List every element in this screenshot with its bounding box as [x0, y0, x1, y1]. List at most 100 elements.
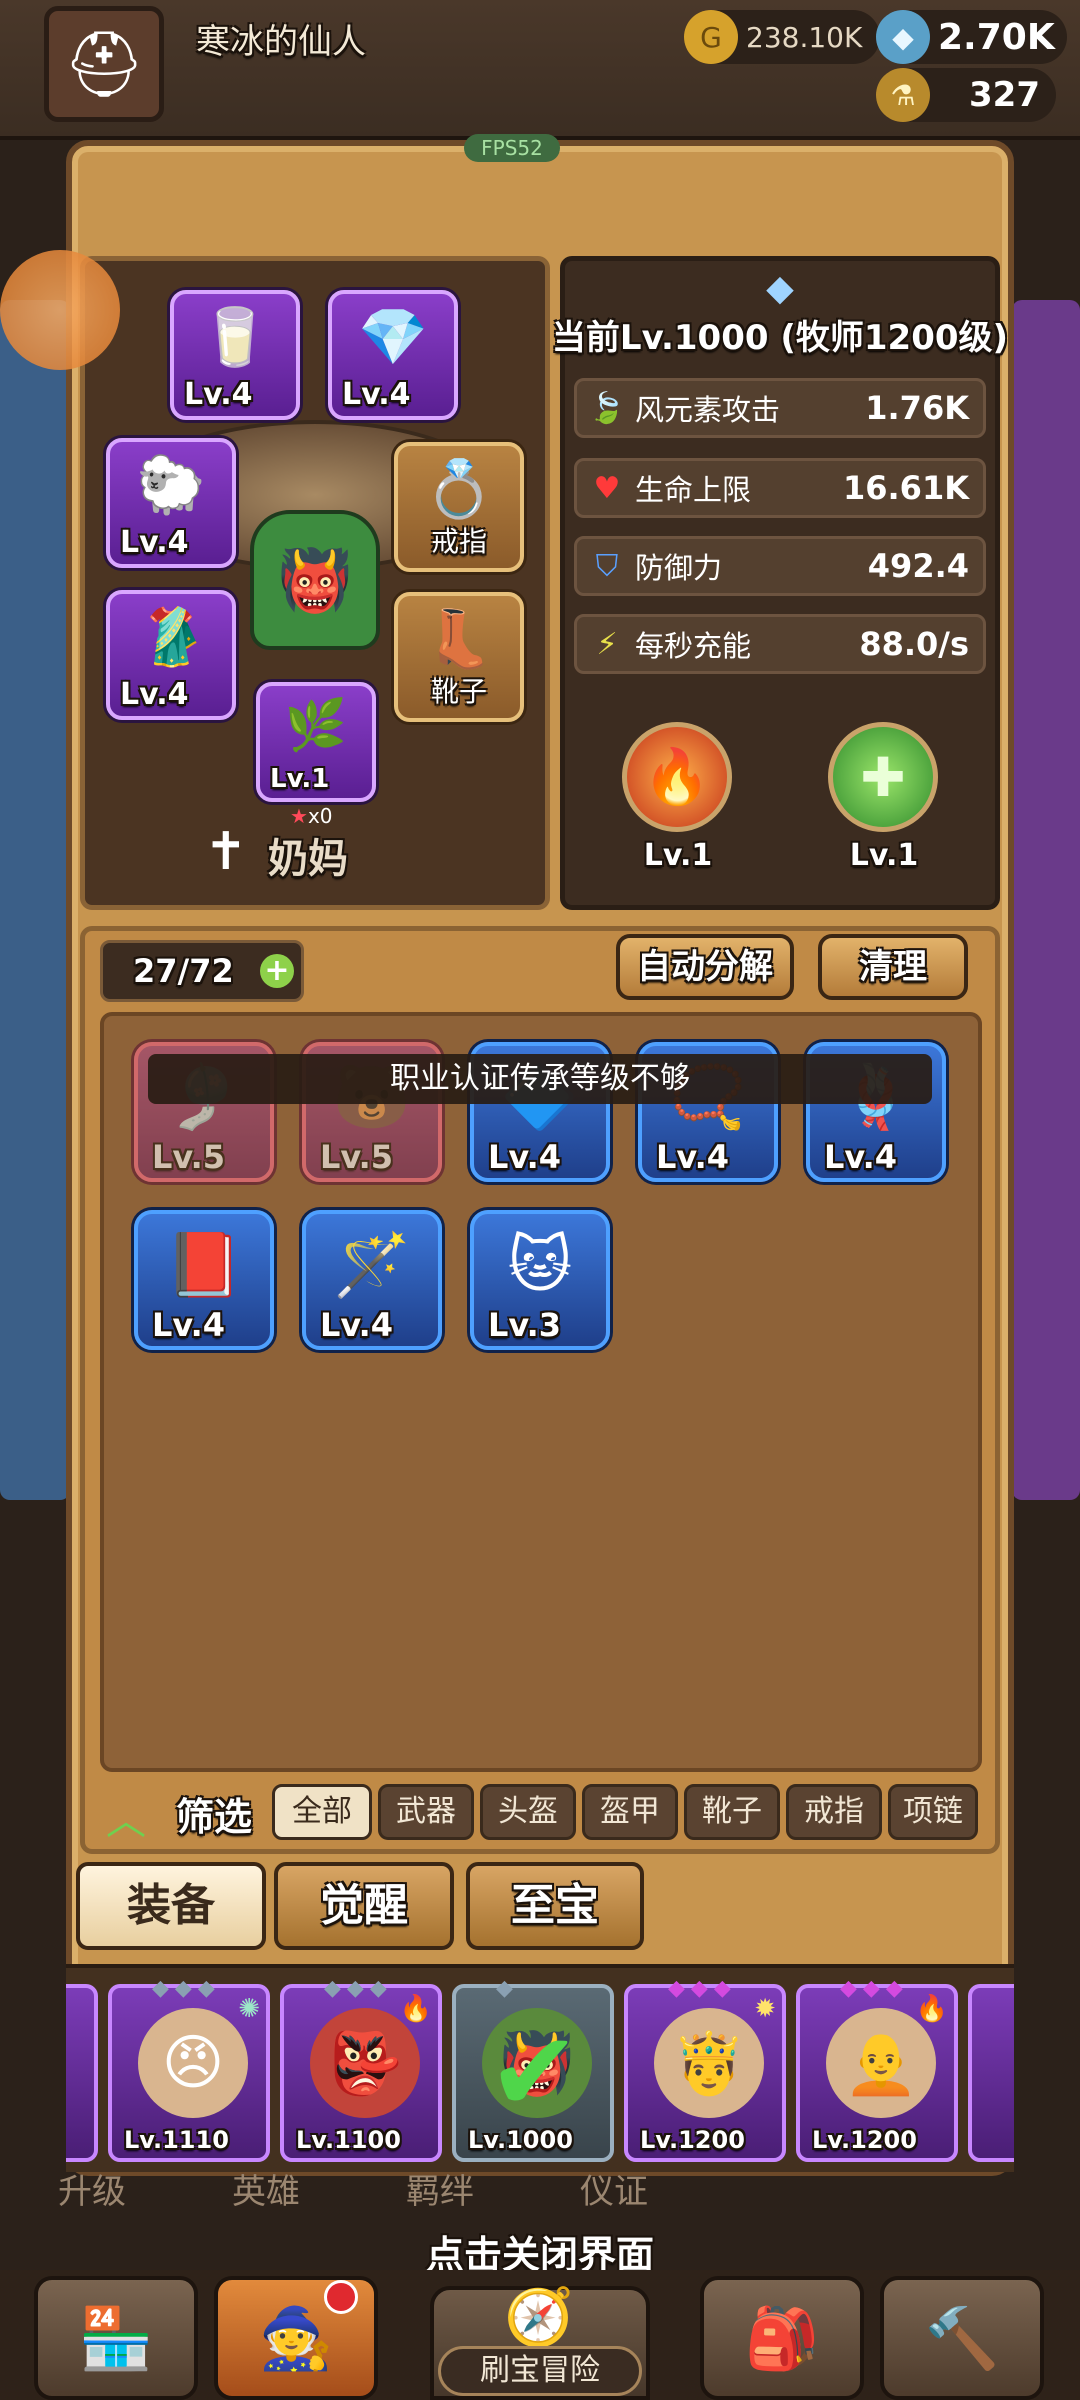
- hammer-icon: 🔨: [924, 2304, 1000, 2374]
- chevron-up-icon[interactable]: ︿: [106, 1788, 146, 1846]
- clear-button[interactable]: 清理: [818, 934, 968, 1000]
- filter-weapon[interactable]: 武器: [378, 1784, 474, 1840]
- fire-skill-icon: 🔥: [643, 745, 711, 808]
- slot-level: Lv.4: [120, 525, 189, 560]
- skill-fire-level: Lv.1: [643, 838, 713, 873]
- slot-level: Lv.4: [342, 377, 411, 412]
- horn-icon: 🥛: [200, 305, 270, 370]
- slot-boots-label: 靴子: [430, 675, 487, 708]
- stat-value: 88.0/s: [859, 625, 969, 663]
- slot-horn[interactable]: 🥛 Lv.4: [170, 290, 300, 420]
- compass-icon: 🧭: [504, 2285, 574, 2350]
- rank-diamonds: ◆◆◆: [152, 1976, 221, 2001]
- fire-element-icon: 🔥: [915, 1994, 948, 2024]
- necklace-icon: 💎: [358, 305, 428, 370]
- nav-forge[interactable]: 🔨: [880, 2276, 1044, 2400]
- player-name: 寒冰的仙人: [196, 22, 366, 62]
- skill-fire[interactable]: 🔥: [622, 722, 732, 832]
- item-level: Lv.5: [152, 1138, 226, 1176]
- slot-ring[interactable]: 💍 戒指: [394, 442, 524, 572]
- item-level: Lv.3: [488, 1306, 562, 1344]
- golden-staff-icon: 🪄: [333, 1228, 411, 1301]
- slot-armor[interactable]: 🥻 Lv.4: [106, 590, 236, 720]
- inventory-item[interactable]: 📕 Lv.4: [134, 1210, 274, 1350]
- light-element-icon: ✹: [754, 1994, 776, 2024]
- spellbook-icon: 📕: [165, 1228, 243, 1301]
- fps-counter: FPS52: [464, 134, 560, 162]
- slot-weapon[interactable]: 🌿 Lv.1: [256, 682, 376, 802]
- hero-name: 奶妈: [268, 836, 348, 882]
- gold-value: 238.10K: [746, 20, 863, 54]
- gold-coin-icon: G: [684, 10, 738, 64]
- hero-card-level: Lv.1200: [812, 2126, 917, 2154]
- hero-card[interactable]: ◆◆◆ ✺ 😠 Lv.1110: [108, 1976, 270, 2162]
- hero-card-level: Lv.1200: [640, 2126, 745, 2154]
- shop-icon: 🏪: [78, 2304, 154, 2374]
- fire-element-icon: 🔥: [399, 1994, 432, 2024]
- stat-value: 492.4: [867, 547, 969, 585]
- hero-card-level: Lv.1110: [124, 2126, 229, 2154]
- tab-equipment[interactable]: 装备: [76, 1862, 266, 1950]
- filter-all[interactable]: 全部: [272, 1784, 372, 1840]
- demon-face-icon: 👺: [310, 2008, 420, 2118]
- boot-icon: 👢: [424, 607, 494, 672]
- add-capacity-button[interactable]: +: [260, 954, 294, 988]
- stat-name: 每秒充能: [635, 629, 752, 663]
- checkmark-icon: ✔: [488, 2008, 581, 2136]
- item-level: Lv.4: [824, 1138, 898, 1176]
- filter-necklace[interactable]: 项链: [888, 1784, 978, 1840]
- star-count-value: x0: [307, 804, 333, 828]
- potion-value: 327: [969, 75, 1040, 115]
- wind-icon: 🍃: [588, 390, 626, 426]
- filter-boots[interactable]: 靴子: [684, 1784, 780, 1840]
- nav-backpack[interactable]: 🎒: [700, 2276, 864, 2400]
- heal-skill-icon: ✚: [860, 745, 906, 809]
- background-card-right: [1012, 300, 1080, 1500]
- tab-treasure[interactable]: 至宝: [466, 1862, 644, 1950]
- nav-label-faint: 升级: [58, 2172, 126, 2212]
- hero-card-level: Lv.1000: [468, 2126, 573, 2154]
- nav-shop[interactable]: 🏪: [34, 2276, 198, 2400]
- nav-adventure-label: 刷宝冒险: [438, 2346, 642, 2396]
- star-icon: ★: [290, 804, 308, 828]
- hero-card-selected[interactable]: ◆ 👹 ✔ Lv.1000: [452, 1976, 614, 2162]
- cat-helmet-icon: 🐱: [507, 1228, 573, 1301]
- inventory-item[interactable]: 🪄 Lv.4: [302, 1210, 442, 1350]
- slot-necklace[interactable]: 💎 Lv.4: [328, 290, 458, 420]
- stat-value: 1.76K: [865, 389, 969, 427]
- stat-row-energy: ⚡ 每秒充能 88.0/s: [574, 614, 986, 674]
- rank-diamonds: ◆◆◆: [324, 1976, 393, 2001]
- rank-diamonds: ◆◆◆: [668, 1976, 737, 2001]
- item-level: Lv.4: [656, 1138, 730, 1176]
- hero-card-partial[interactable]: [968, 1984, 1014, 2162]
- skill-heal[interactable]: ✚: [828, 722, 938, 832]
- item-level: Lv.4: [320, 1306, 394, 1344]
- slot-level: Lv.4: [120, 677, 189, 712]
- knight-helmet-icon: ⛑: [63, 27, 145, 102]
- backpack-icon: 🎒: [744, 2304, 820, 2374]
- hero-level-title: 当前Lv.1000 (牧师1200级): [551, 318, 1009, 358]
- energy-icon: ⚡: [596, 626, 618, 662]
- stat-row-hp: ♥ 生命上限 16.61K: [574, 458, 986, 518]
- notification-badge: [324, 2280, 358, 2314]
- filter-helmet[interactable]: 头盔: [480, 1784, 576, 1840]
- hero-card-partial[interactable]: [66, 1984, 98, 2162]
- hero-card[interactable]: ◆◆◆ 🔥 👺 Lv.1100: [280, 1976, 442, 2162]
- auto-decompose-button[interactable]: 自动分解: [616, 934, 794, 1000]
- item-level: Lv.4: [152, 1306, 226, 1344]
- player-avatar[interactable]: ⛑: [44, 6, 164, 122]
- potion-counter: ⚗ 327: [876, 68, 1056, 122]
- hero-card[interactable]: ◆◆◆ 🔥 🧑‍🦲 Lv.1200: [796, 1976, 958, 2162]
- filter-armor[interactable]: 盔甲: [582, 1784, 678, 1840]
- inventory-item[interactable]: 🐱 Lv.3: [470, 1210, 610, 1350]
- samurai-face-icon: 😠: [138, 2008, 248, 2118]
- tab-awaken[interactable]: 觉醒: [274, 1862, 454, 1950]
- filter-ring[interactable]: 戒指: [786, 1784, 882, 1840]
- slot-boots[interactable]: 👢 靴子: [394, 592, 524, 722]
- hero-card[interactable]: ◆◆◆ ✹ 🤴 Lv.1200: [624, 1976, 786, 2162]
- floating-assist-button[interactable]: [0, 250, 120, 370]
- gold-counter: G 238.10K: [684, 10, 881, 64]
- hero-card-level: Lv.1100: [296, 2126, 401, 2154]
- slot-helmet[interactable]: 🐑 Lv.4: [106, 438, 236, 568]
- background-card-left: [0, 300, 70, 1500]
